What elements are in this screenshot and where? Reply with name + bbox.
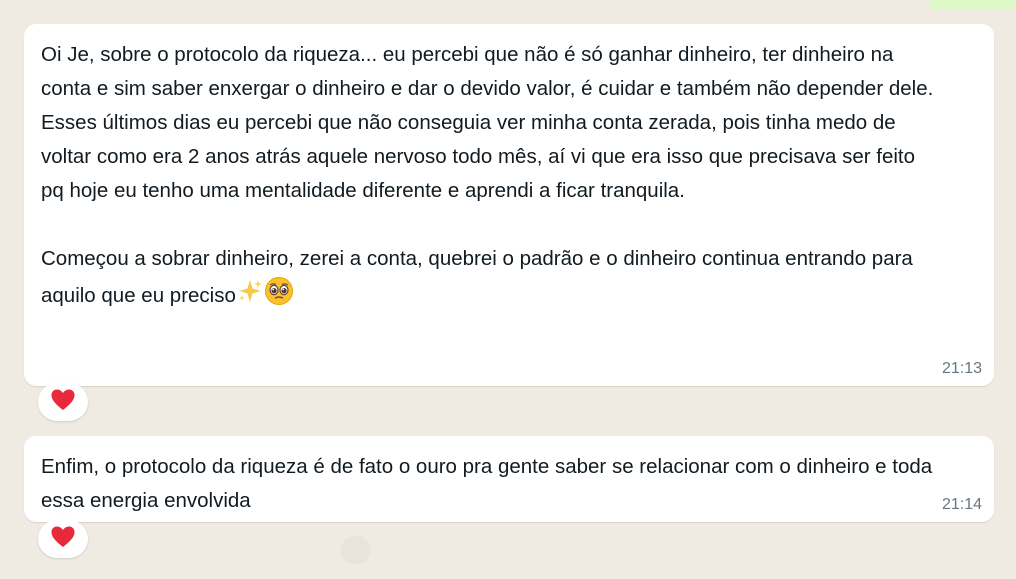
previous-outgoing-bubble-edge bbox=[930, 0, 1016, 10]
message-timestamp: 21:14 bbox=[941, 496, 982, 513]
message-text: Enfim, o protocolo da riqueza é de fato … bbox=[41, 455, 938, 512]
message-1-body: Oi Je, sobre o protocolo da riqueza... e… bbox=[41, 43, 934, 307]
heart-icon bbox=[50, 388, 76, 417]
message-timestamp: 21:13 bbox=[941, 360, 982, 377]
reaction-badge[interactable] bbox=[38, 383, 88, 421]
sparkles-icon bbox=[237, 278, 263, 315]
message-text: Oi Je, sobre o protocolo da riqueza... e… bbox=[41, 38, 934, 317]
reaction-badge[interactable] bbox=[38, 520, 88, 558]
heart-icon bbox=[50, 525, 76, 554]
message-bubble-1[interactable]: Oi Je, sobre o protocolo da riqueza... e… bbox=[24, 24, 994, 386]
pleading-face-icon bbox=[264, 276, 294, 317]
message-bubble-2[interactable]: Enfim, o protocolo da riqueza é de fato … bbox=[24, 436, 994, 522]
